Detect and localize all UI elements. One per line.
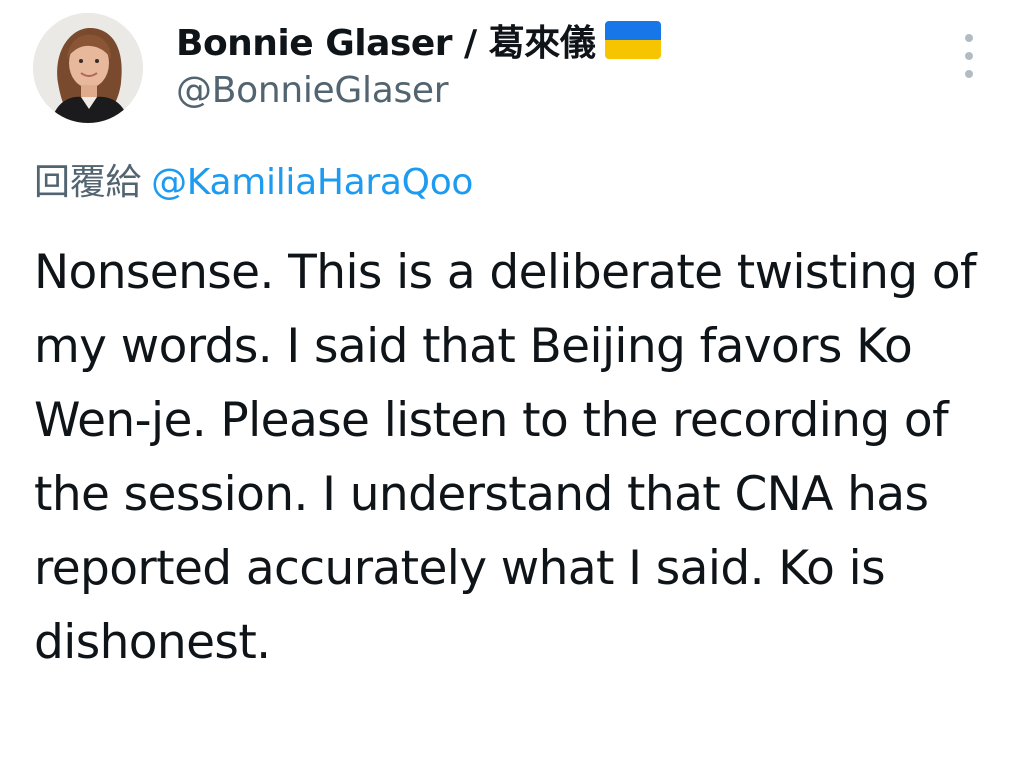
- author-handle[interactable]: @BonnieGlaser: [176, 70, 449, 111]
- avatar[interactable]: [33, 13, 143, 123]
- reply-context: 回覆給 @KamiliaHaraQoo: [34, 153, 473, 205]
- ukraine-flag-icon: [605, 21, 662, 59]
- display-name[interactable]: Bonnie Glaser / 葛來儀: [176, 14, 596, 66]
- author-name-row[interactable]: Bonnie Glaser / 葛來儀: [176, 14, 662, 66]
- tweet-text: Nonsense. This is a deliberate twisting …: [34, 245, 977, 670]
- dot: [965, 52, 973, 60]
- reply-mention-link[interactable]: @KamiliaHaraQoo: [151, 162, 473, 203]
- more-vertical-icon[interactable]: [954, 34, 984, 78]
- reply-label: 回覆給: [34, 162, 142, 203]
- dot: [965, 70, 973, 78]
- dot: [965, 34, 973, 42]
- tweet-card: Bonnie Glaser / 葛來儀 @BonnieGlaser 回覆給 @Ka…: [0, 0, 1024, 762]
